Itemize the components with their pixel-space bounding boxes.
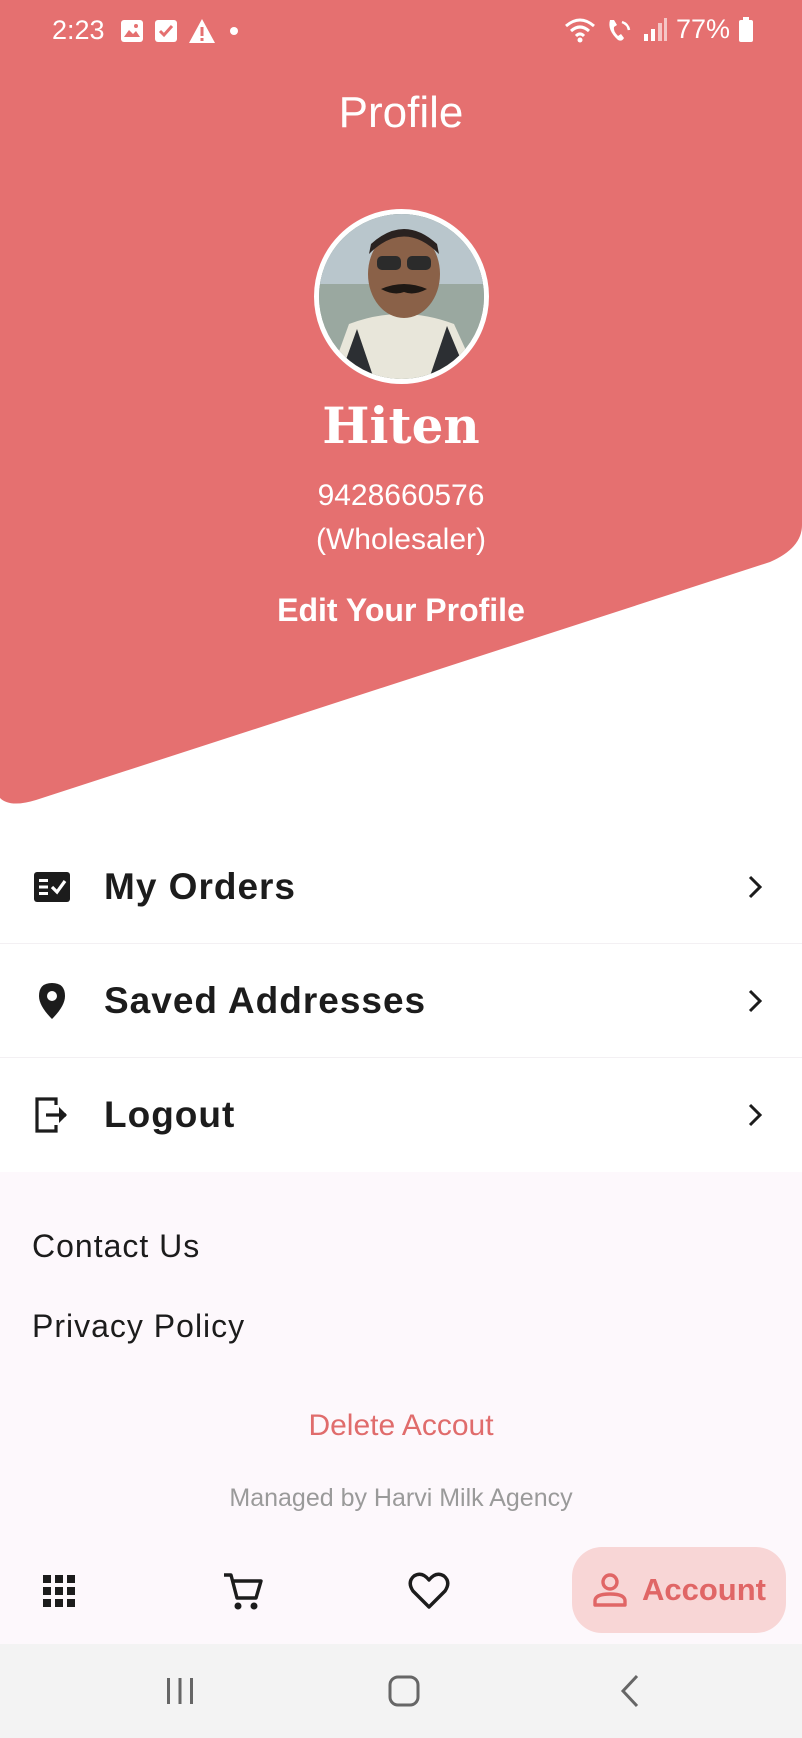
person-icon: [593, 1573, 627, 1607]
recent-apps-button[interactable]: [140, 1644, 220, 1738]
back-chevron-icon: [620, 1674, 639, 1708]
menu-item-label: Saved Addresses: [104, 979, 427, 1021]
location-pin-icon: [32, 981, 72, 1021]
menu-item-saved-addresses[interactable]: Saved Addresses: [0, 944, 802, 1058]
user-role: (Wholesaler): [315, 523, 487, 556]
avatar-photo-placeholder: [319, 214, 484, 379]
menu-item-my-orders[interactable]: My Orders: [0, 830, 802, 944]
menu-item-label: My Orders: [104, 865, 297, 907]
back-button[interactable]: [590, 1644, 670, 1738]
bottom-navigation: Account: [0, 1538, 802, 1644]
user-phone: 9428660576: [317, 479, 485, 512]
status-notification-icons: [120, 18, 242, 44]
edit-profile-link[interactable]: Edit Your Profile: [0, 592, 802, 629]
warning-icon: [189, 19, 215, 43]
cart-icon: [224, 1573, 263, 1610]
chevron-right-icon: [742, 1102, 768, 1128]
image-icon: [121, 20, 143, 42]
managed-by-text: Managed by Harvi Milk Agency: [229, 1484, 573, 1512]
nav-account-button[interactable]: Account: [572, 1547, 786, 1633]
dot-icon: [230, 27, 238, 35]
battery-percentage: 77%: [675, 14, 730, 44]
recent-apps-icon: [167, 1678, 193, 1704]
nav-favorites-button[interactable]: [388, 1538, 470, 1644]
profile-menu: My Orders Saved Addresses Logout: [0, 830, 802, 1172]
chevron-right-icon: [742, 988, 768, 1014]
wifi-icon: [564, 18, 595, 42]
battery-icon: [739, 16, 753, 42]
menu-item-logout[interactable]: Logout: [0, 1058, 802, 1172]
status-time: 2:23: [52, 15, 105, 45]
check-box-icon: [155, 20, 177, 42]
info-links-section: Contact Us Privacy Policy Delete Accout …: [0, 1172, 802, 1538]
avatar[interactable]: [314, 209, 489, 384]
system-navigation-bar: [0, 1644, 802, 1738]
nav-account-label: Account: [642, 1572, 766, 1607]
menu-item-label: Logout: [104, 1094, 236, 1135]
delete-account-link[interactable]: Delete Accout: [0, 1409, 802, 1443]
heart-icon: [408, 1572, 450, 1609]
logout-icon: [32, 1095, 72, 1135]
orders-icon: [32, 867, 72, 907]
wifi-calling-icon: [609, 19, 631, 41]
home-button[interactable]: [364, 1644, 444, 1738]
user-name: Hiten: [322, 396, 480, 455]
status-system-icons: 77%: [564, 14, 754, 45]
home-square-icon: [388, 1675, 420, 1707]
privacy-policy-link[interactable]: Privacy Policy: [32, 1308, 245, 1345]
status-bar: 2:23 77%: [0, 0, 802, 62]
nav-home-button[interactable]: [18, 1538, 100, 1644]
nav-cart-button[interactable]: [202, 1538, 284, 1644]
signal-icon: [643, 17, 667, 41]
chevron-right-icon: [742, 874, 768, 900]
page-title: Profile: [338, 88, 464, 137]
grid-icon: [43, 1575, 75, 1607]
contact-us-link[interactable]: Contact Us: [32, 1228, 200, 1265]
